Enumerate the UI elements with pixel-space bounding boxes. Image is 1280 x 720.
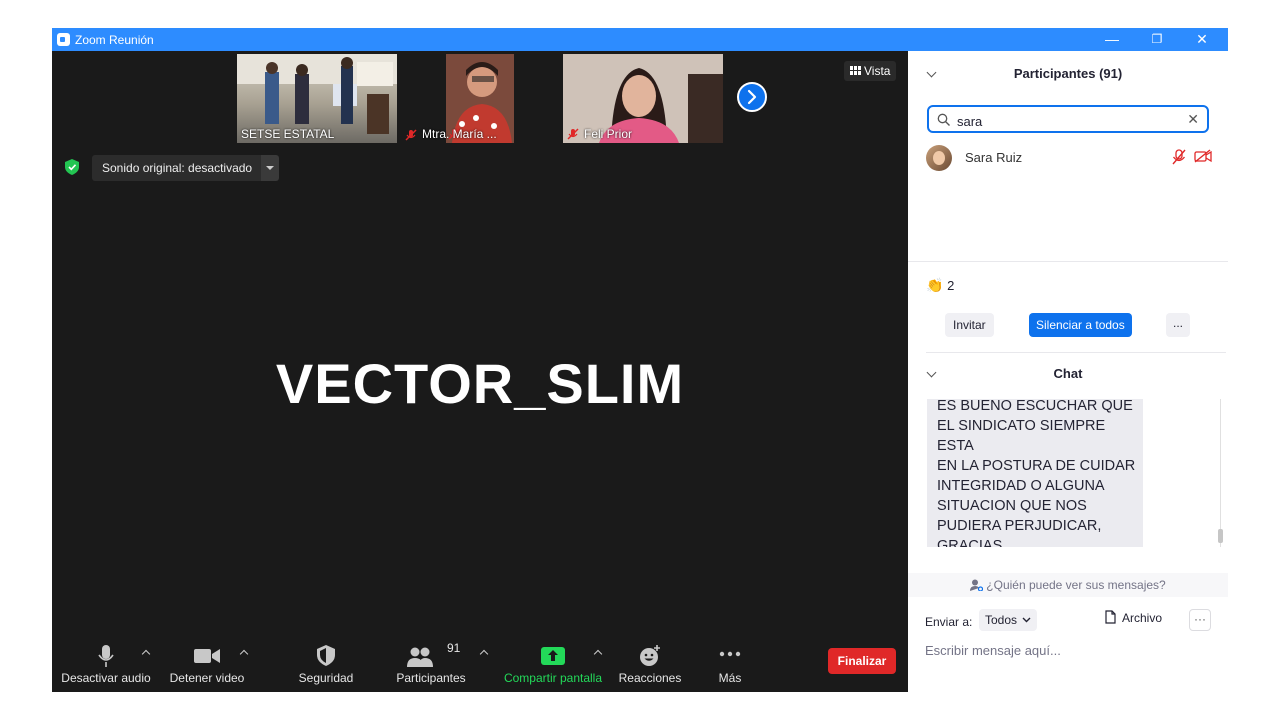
thumbnail-name: SETSE ESTATAL <box>241 127 335 141</box>
invite-button[interactable]: Invitar <box>945 313 994 337</box>
participants-button[interactable]: 91 Participantes <box>392 637 470 692</box>
participants-icon <box>407 647 434 667</box>
participant-row[interactable]: Sara Ruiz <box>926 143 1216 171</box>
chat-message-line: EL SINDICATO SIEMPRE ESTA <box>937 418 1106 454</box>
chat-more-button[interactable]: ··· <box>1189 609 1211 631</box>
chat-message-line: PUDIERA PERJUDICAR, <box>937 518 1102 534</box>
minimize-button[interactable]: — <box>1089 28 1135 51</box>
participant-search-box[interactable]: ✕ <box>927 105 1209 133</box>
mute-all-button[interactable]: Silenciar a todos <box>1029 313 1132 337</box>
chat-messages[interactable]: ES BUENO ESCUCHAR QUE EL SINDICATO SIEMP… <box>908 399 1228 547</box>
clapping-hands-icon: 👏 <box>926 277 944 293</box>
title-bar: Zoom Reunión — ❐ ✕ <box>52 28 1228 51</box>
mute-audio-label: Desactivar audio <box>61 671 151 685</box>
view-label: Vista <box>864 64 891 78</box>
video-off-icon[interactable] <box>1194 149 1212 163</box>
avatar <box>926 145 952 171</box>
chat-message-line: EN LA POSTURA DE CUIDAR <box>937 458 1136 474</box>
participants-label: Participantes <box>396 671 466 685</box>
who-can-see-label: ¿Quién puede ver sus mensajes? <box>986 578 1166 592</box>
share-screen-label: Compartir pantalla <box>503 671 603 685</box>
reactions-label: Reacciones <box>618 671 682 685</box>
security-button[interactable]: Seguridad <box>288 637 364 692</box>
meeting-area: SETSE ESTATAL Mtra. María ... Feli Prior… <box>52 51 908 692</box>
original-sound-toggle[interactable]: Sonido original: desactivado <box>92 155 263 181</box>
raised-hands-number: 2 <box>947 278 955 293</box>
send-to-label: Enviar a: <box>925 615 973 629</box>
more-dots-icon <box>719 651 741 657</box>
chat-message-line: SITUACION QUE NOS <box>937 498 1087 514</box>
send-to-dropdown[interactable]: Todos <box>979 609 1038 631</box>
thumbnail-name: Mtra. María ... <box>422 127 497 141</box>
window-title: Zoom Reunión <box>75 33 154 47</box>
mute-audio-button[interactable]: Desactivar audio <box>58 637 154 692</box>
active-speaker-name: VECTOR_SLIM <box>275 352 685 415</box>
scrollbar-track <box>1220 399 1221 547</box>
next-page-button[interactable] <box>737 82 767 112</box>
side-panel: Participantes (91) ✕ Sara Ruiz <box>908 51 1228 692</box>
file-label: Archivo <box>1122 611 1163 625</box>
video-thumbnail[interactable]: SETSE ESTATAL <box>237 54 397 143</box>
raised-hands-count[interactable]: 👏 2 <box>926 277 954 294</box>
view-button[interactable]: Vista <box>844 61 897 81</box>
participants-panel-title: Participantes (91) <box>1013 66 1123 81</box>
chevron-right-icon <box>747 89 757 105</box>
more-label: Más <box>718 671 742 685</box>
original-sound-dropdown[interactable] <box>261 155 279 181</box>
participants-more-button[interactable]: ... <box>1166 313 1190 337</box>
reactions-button[interactable]: Reacciones <box>616 637 684 692</box>
more-button[interactable]: Más <box>704 637 756 692</box>
file-icon <box>1105 610 1116 624</box>
send-to-value: Todos <box>985 613 1018 627</box>
search-icon <box>937 113 950 126</box>
microphone-icon <box>98 645 114 667</box>
panel-divider <box>908 261 1228 262</box>
participant-name: Sara Ruiz <box>965 150 1023 165</box>
participant-search-input[interactable] <box>955 111 1179 131</box>
muted-mic-icon <box>567 128 579 140</box>
security-shield-icon <box>317 645 335 666</box>
message-input[interactable]: Escribir mensaje aquí... <box>925 643 1061 658</box>
chat-message-line: ES BUENO ESCUCHAR QUE <box>937 399 1133 414</box>
muted-mic-icon <box>405 129 417 141</box>
end-meeting-button[interactable]: Finalizar <box>828 648 896 674</box>
chat-panel-title: Chat <box>1053 366 1083 381</box>
reaction-emoji-icon <box>640 645 660 666</box>
file-button[interactable]: Archivo <box>1105 610 1162 625</box>
stop-video-label: Detener video <box>169 671 245 685</box>
share-screen-button[interactable]: Compartir pantalla <box>500 637 606 692</box>
muted-mic-icon[interactable] <box>1172 149 1186 165</box>
security-label: Seguridad <box>298 671 354 685</box>
participants-count: 91 <box>447 641 461 655</box>
chat-message-line: GRACIAS <box>937 538 1003 547</box>
close-button[interactable]: ✕ <box>1179 28 1225 51</box>
grid-icon <box>850 66 861 75</box>
video-camera-icon <box>194 649 220 663</box>
encryption-shield-icon[interactable] <box>65 159 79 175</box>
chat-message-bubble: ES BUENO ESCUCHAR QUE EL SINDICATO SIEMP… <box>927 399 1143 547</box>
person-privacy-icon <box>970 579 984 592</box>
clear-search-icon[interactable]: ✕ <box>1187 111 1199 128</box>
share-screen-icon <box>541 647 565 665</box>
who-can-see-messages-link[interactable]: ¿Quién puede ver sus mensajes? <box>908 573 1228 597</box>
meeting-toolbar: Desactivar audio Detener video Seguridad <box>52 637 908 692</box>
video-thumbnail[interactable]: Feli Prior <box>563 54 723 143</box>
scrollbar-thumb[interactable] <box>1218 529 1223 543</box>
zoom-logo-icon <box>57 33 70 46</box>
zoom-window: Zoom Reunión — ❐ ✕ SETSE ESTATAL Mtra. M… <box>52 28 1228 692</box>
thumbnail-name: Feli Prior <box>584 127 633 141</box>
chat-scrollbar[interactable] <box>1218 399 1223 547</box>
chevron-down-icon <box>1022 617 1031 623</box>
stop-video-button[interactable]: Detener video <box>164 637 250 692</box>
panel-divider <box>926 352 1226 353</box>
restore-button[interactable]: ❐ <box>1134 28 1180 51</box>
chat-message-line: INTEGRIDAD O ALGUNA <box>937 478 1105 494</box>
